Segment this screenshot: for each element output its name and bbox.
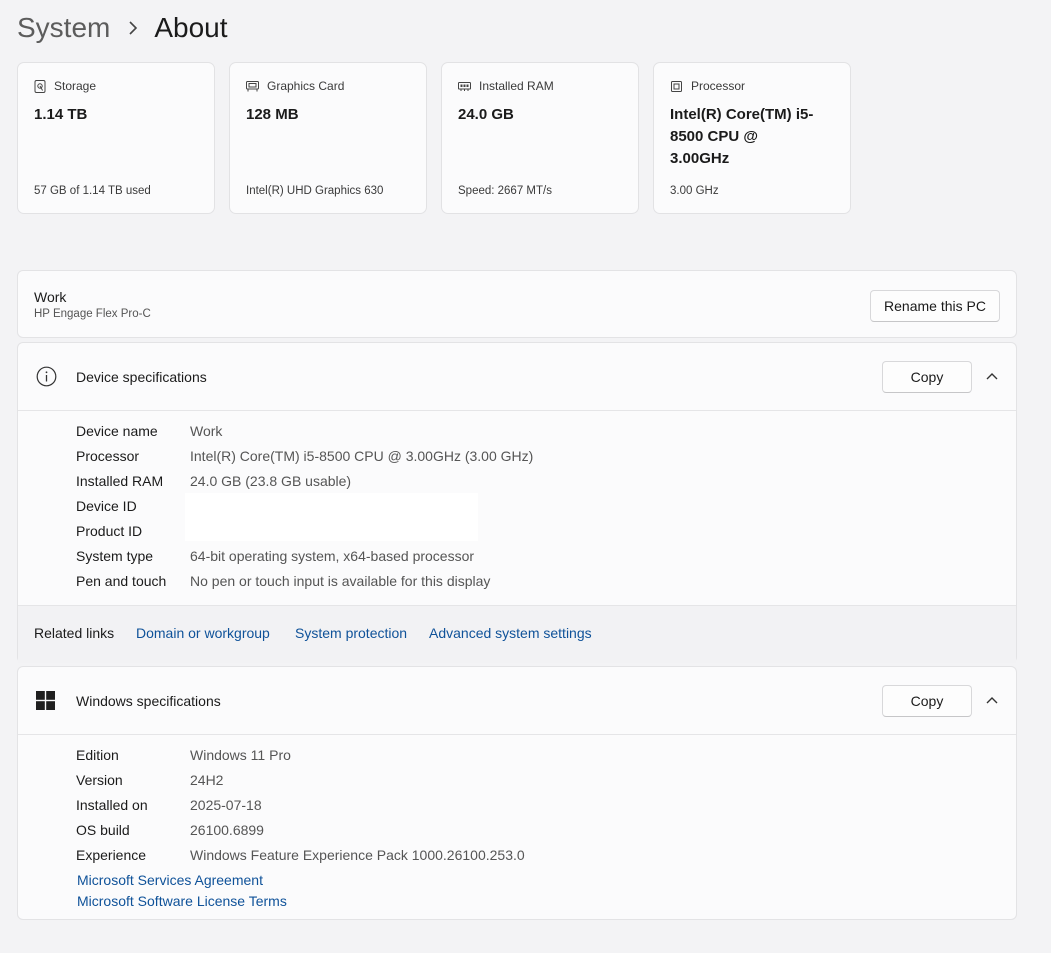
ms-software-license-link[interactable]: Microsoft Software License Terms: [77, 893, 287, 909]
windows-specifications-title: Windows specifications: [76, 693, 221, 709]
spec-row-system-type: System type 64-bit operating system, x64-…: [76, 543, 474, 568]
processor-card-label: Processor: [691, 79, 746, 93]
spec-label: Device name: [76, 422, 158, 439]
processor-card-detail: 3.00 GHz: [670, 185, 719, 197]
system-protection-link[interactable]: System protection: [295, 625, 407, 641]
chevron-up-icon[interactable]: [986, 372, 998, 380]
spec-label: Installed on: [76, 796, 148, 813]
spec-value: Work: [190, 422, 223, 439]
windows-logo-icon: [36, 691, 55, 710]
graphics-card-label: Graphics Card: [267, 79, 345, 93]
rename-pc-button[interactable]: Rename this PC: [870, 290, 1000, 322]
ms-services-agreement-link[interactable]: Microsoft Services Agreement: [77, 872, 263, 888]
device-specifications-title: Device specifications: [76, 369, 207, 385]
redacted-ids-mask: [185, 493, 478, 541]
spec-row-device-name: Device name Work: [76, 418, 222, 443]
spec-value: 24H2: [190, 771, 224, 788]
spec-label: Installed RAM: [76, 472, 164, 489]
storage-card-label: Storage: [54, 79, 97, 93]
chevron-right-icon: [128, 21, 138, 35]
graphics-card-icon: [246, 80, 259, 91]
spec-value: 64-bit operating system, x64-based proce…: [190, 547, 475, 564]
spec-row-installed-ram: Installed RAM 24.0 GB (23.8 GB usable): [76, 468, 351, 493]
ram-card[interactable]: Installed RAM 24.0 GB Speed: 2667 MT/s: [441, 62, 639, 214]
device-specifications-panel: Device specifications Copy Device name Wo…: [17, 342, 1017, 663]
page-title: About: [154, 12, 228, 43]
graphics-card-card[interactable]: Graphics Card 128 MB Intel(R) UHD Graphi…: [229, 62, 427, 214]
spec-label: Device ID: [76, 497, 137, 514]
spec-label: Product ID: [76, 522, 143, 539]
pc-name-panel: Work HP Engage Flex Pro-C Rename this PC: [17, 270, 1017, 338]
windows-specifications-panel: Windows specifications Copy Edition Windo…: [17, 666, 1017, 920]
domain-workgroup-link[interactable]: Domain or workgroup: [136, 625, 270, 641]
spec-value: No pen or touch input is available for t…: [190, 572, 491, 589]
spec-row-edition: Edition Windows 11 Pro: [76, 742, 291, 767]
pc-name: Work: [34, 289, 67, 305]
spec-value: 26100.6899: [190, 821, 264, 838]
breadcrumb: System About: [17, 8, 228, 48]
spec-label: System type: [76, 547, 154, 564]
graphics-card-value: 128 MB: [246, 106, 299, 123]
spec-label: Version: [76, 771, 123, 788]
storage-card[interactable]: Storage 1.14 TB 57 GB of 1.14 TB used: [17, 62, 215, 214]
ram-icon: [458, 81, 471, 91]
spec-value: 2025-07-18: [190, 796, 262, 813]
related-links-bar: Related links Domain or workgroup System…: [18, 605, 1016, 663]
spec-value: Windows 11 Pro: [190, 746, 291, 763]
breadcrumb-system-link[interactable]: System: [17, 12, 110, 44]
spec-row-processor: Processor Intel(R) Core(TM) i5-8500 CPU @…: [76, 443, 533, 468]
spec-row-pen-touch: Pen and touch No pen or touch input is av…: [76, 568, 490, 593]
spec-row-installed-on: Installed on 2025-07-18: [76, 792, 262, 817]
spec-label: Experience: [76, 846, 147, 863]
ram-card-detail: Speed: 2667 MT/s: [458, 185, 552, 197]
spec-row-experience: Experience Windows Feature Experience Pac…: [76, 842, 525, 867]
windows-specs-copy-button[interactable]: Copy: [882, 685, 972, 717]
processor-card[interactable]: Processor Intel(R) Core(TM) i5-8500 CPU …: [653, 62, 851, 214]
processor-card-value: Intel(R) Core(TM) i5-8500 CPU @ 3.00GHz: [670, 106, 814, 167]
advanced-system-settings-link[interactable]: Advanced system settings: [429, 625, 592, 641]
device-specs-copy-button[interactable]: Copy: [882, 361, 972, 393]
graphics-card-detail: Intel(R) UHD Graphics 630: [246, 185, 384, 197]
spec-value: Windows Feature Experience Pack 1000.261…: [190, 846, 525, 863]
spec-row-device-id: Device ID: [76, 493, 190, 518]
chevron-up-icon[interactable]: [986, 696, 998, 704]
pc-model: HP Engage Flex Pro-C: [34, 308, 151, 320]
spec-row-os-build: OS build 26100.6899: [76, 817, 264, 842]
spec-value: Intel(R) Core(TM) i5-8500 CPU @ 3.00GHz …: [190, 447, 534, 464]
ram-card-label: Installed RAM: [479, 79, 554, 93]
related-links-label: Related links: [34, 625, 115, 641]
info-icon: [36, 366, 57, 387]
spec-label: Pen and touch: [76, 572, 167, 589]
spec-value: 24.0 GB (23.8 GB usable): [190, 472, 352, 489]
spec-label: Processor: [76, 447, 140, 464]
spec-row-version: Version 24H2: [76, 767, 223, 792]
spec-label: Edition: [76, 746, 119, 763]
storage-icon: [34, 79, 46, 93]
storage-card-value: 1.14 TB: [34, 106, 88, 123]
storage-card-detail: 57 GB of 1.14 TB used: [34, 185, 151, 197]
spec-row-product-id: Product ID: [76, 518, 190, 543]
processor-icon: [671, 80, 682, 92]
spec-label: OS build: [76, 821, 130, 838]
ram-card-value: 24.0 GB: [458, 106, 514, 123]
